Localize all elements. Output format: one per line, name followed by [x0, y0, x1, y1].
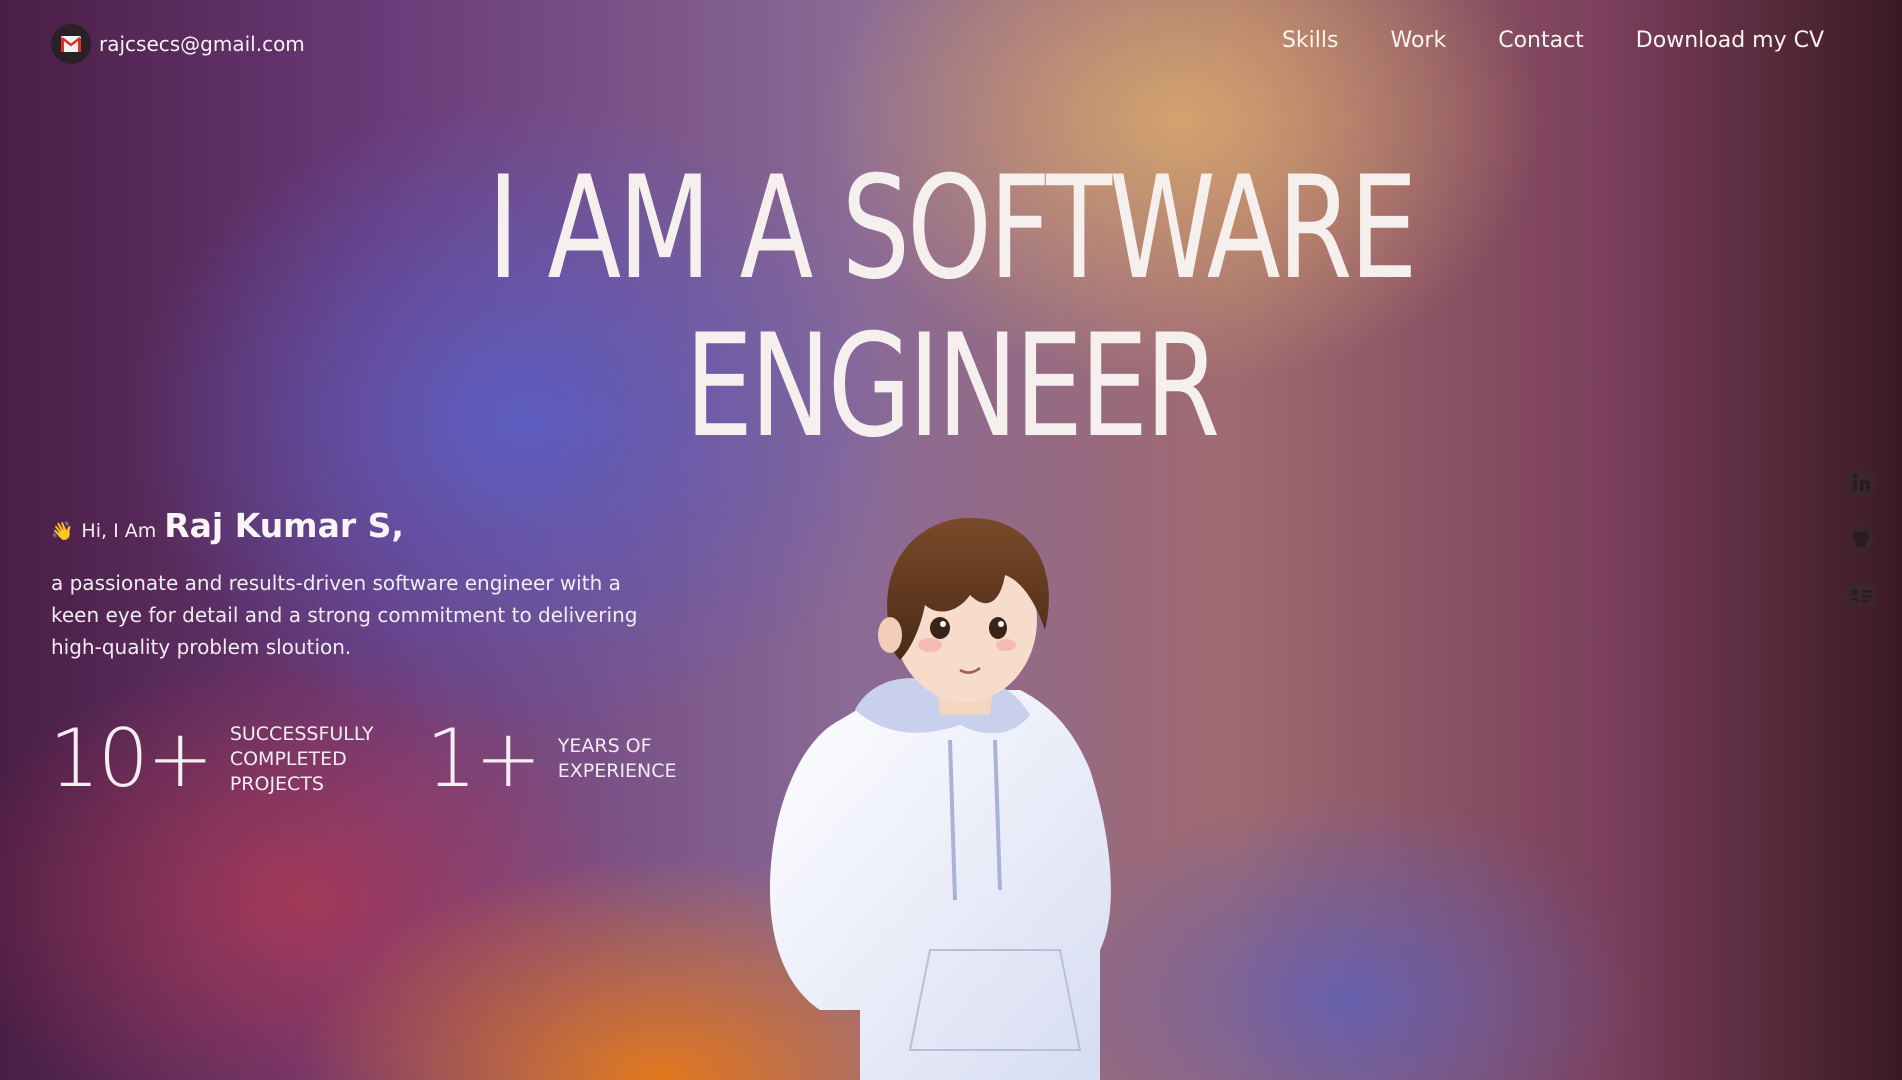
download-cv-link[interactable]: Download my CV: [1636, 28, 1824, 53]
stats-row: 10+ Successfully completed projects 1+ Y…: [49, 716, 754, 802]
intro-section: 👋 Hi, I Am Raj Kumar S, a passionate and…: [51, 506, 651, 663]
nav-skills-link[interactable]: Skills: [1282, 28, 1339, 53]
stat-experience-label: Years of experience: [557, 735, 677, 782]
email-contact[interactable]: rajcsecs@gmail.com: [51, 24, 305, 64]
social-links: [1846, 468, 1876, 610]
greeting-line: 👋 Hi, I Am Raj Kumar S,: [51, 506, 651, 545]
greeting-text: Hi, I Am: [81, 520, 157, 542]
email-address[interactable]: rajcsecs@gmail.com: [99, 32, 305, 56]
nav-work-link[interactable]: Work: [1390, 28, 1446, 53]
stat-projects-value: 10+: [49, 712, 214, 805]
stat-projects: 10+ Successfully completed projects: [49, 716, 390, 802]
top-header: rajcsecs@gmail.com Skills Work Contact D…: [0, 0, 1902, 86]
headline-line-1: I AM A SOFTWARE: [487, 146, 1417, 311]
bio-text: a passionate and results-driven software…: [51, 571, 638, 659]
linkedin-icon[interactable]: [1846, 468, 1876, 498]
stat-experience-value: 1+: [425, 712, 542, 805]
character-avatar-illustration: [770, 517, 1111, 1080]
main-nav: Skills Work Contact Download my CV: [1282, 28, 1824, 53]
nav-contact-link[interactable]: Contact: [1498, 28, 1584, 53]
stat-experience: 1+ Years of experience: [426, 716, 718, 802]
headline-line-2: ENGINEER: [684, 304, 1220, 469]
hero-headline: I AM A SOFTWARE ENGINEER: [228, 150, 1674, 466]
wave-icon: 👋: [51, 521, 74, 542]
stat-projects-label: Successfully completed projects: [229, 722, 374, 795]
gmail-icon[interactable]: [51, 24, 91, 64]
owner-name: Raj Kumar S,: [164, 506, 404, 545]
resume-card-icon[interactable]: [1846, 580, 1876, 610]
github-icon[interactable]: [1846, 524, 1876, 554]
